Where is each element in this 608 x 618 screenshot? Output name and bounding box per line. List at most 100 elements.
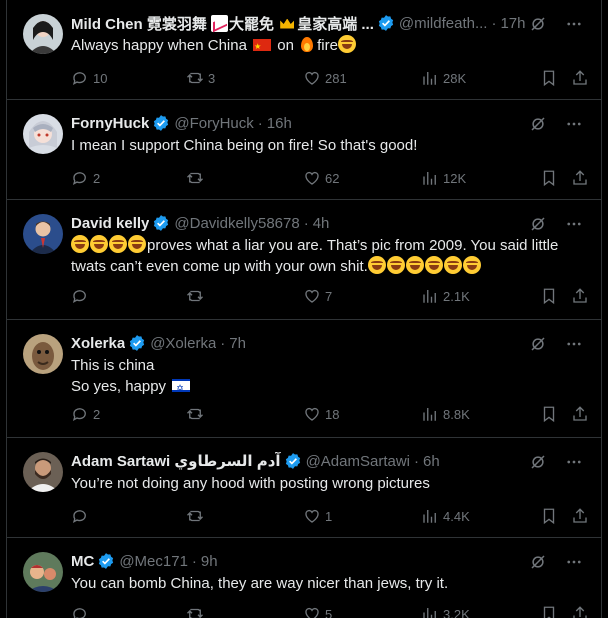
display-name[interactable]: Xolerka <box>71 335 125 352</box>
laughing-emoji-icon <box>386 256 405 274</box>
timestamp[interactable]: 17h <box>500 15 525 32</box>
separator-dot: · <box>303 214 309 232</box>
reply-icon <box>73 608 86 618</box>
like-button[interactable]: 62 <box>303 169 339 187</box>
tweet-xolerka[interactable]: Xolerka @Xolerka · 7h This is china So y… <box>7 320 601 438</box>
bookmark-button[interactable] <box>540 405 562 423</box>
retweet-icon <box>187 172 203 184</box>
retweet-button[interactable] <box>186 605 208 618</box>
timestamp[interactable]: 4h <box>313 215 330 232</box>
views-button[interactable]: 12K <box>421 169 466 187</box>
tweet-mc[interactable]: MC @Mec171 · 9h You can bomb China, they… <box>7 538 601 618</box>
bookmark-button[interactable] <box>540 605 562 618</box>
like-button[interactable]: 18 <box>303 405 339 423</box>
more-options-icon[interactable] <box>565 553 583 571</box>
laughing-emoji-icon <box>367 256 386 274</box>
share-button[interactable] <box>571 69 593 87</box>
more-options-icon[interactable] <box>565 115 583 133</box>
separator-dot: · <box>220 334 226 352</box>
tweet-text: You’re not doing any hood with posting w… <box>71 475 430 492</box>
reply-button[interactable]: 2 <box>71 169 100 187</box>
grok-icon[interactable] <box>529 335 547 353</box>
like-button[interactable]: 281 <box>303 69 347 87</box>
retweet-button[interactable] <box>186 287 208 305</box>
reply-button[interactable] <box>71 287 93 305</box>
share-button[interactable] <box>571 507 593 525</box>
grok-icon[interactable] <box>529 453 547 471</box>
retweet-button[interactable]: 3 <box>186 69 215 87</box>
retweet-button[interactable] <box>186 405 208 423</box>
like-button[interactable]: 7 <box>303 287 332 305</box>
display-name[interactable]: MC <box>71 553 94 570</box>
reply-button[interactable] <box>71 507 93 525</box>
grok-icon[interactable] <box>529 215 547 233</box>
retweet-button[interactable] <box>186 507 208 525</box>
views-button[interactable]: 8.8K <box>421 405 470 423</box>
bookmark-button[interactable] <box>540 169 562 187</box>
handle[interactable]: @Xolerka <box>150 335 216 352</box>
grok-icon[interactable] <box>529 15 547 33</box>
avatar[interactable] <box>23 114 63 154</box>
views-button[interactable]: 4.4K <box>421 507 470 525</box>
avatar[interactable] <box>23 334 63 374</box>
reply-icon <box>72 510 86 523</box>
avatar[interactable] <box>23 552 63 592</box>
laughing-emoji-icon <box>462 256 481 274</box>
share-button[interactable] <box>571 287 593 305</box>
views-button[interactable]: 28K <box>421 69 466 87</box>
tweet-mild-chen[interactable]: Mild Chen 霓裳羽舞 大罷免 皇家高端 ... @mildfeath..… <box>7 0 601 100</box>
bookmark-icon <box>543 170 555 187</box>
display-name[interactable]: David kelly <box>71 215 149 232</box>
heart-icon <box>305 607 319 618</box>
grok-icon[interactable] <box>529 553 547 571</box>
tweet-text: This is china So yes, happy <box>71 355 591 399</box>
handle[interactable]: @ForyHuck <box>174 115 253 132</box>
display-name[interactable]: Adam Sartawi آدم السرطاوي <box>71 452 281 470</box>
avatar[interactable] <box>23 452 63 492</box>
reply-button[interactable]: 2 <box>71 405 100 423</box>
bookmark-button[interactable] <box>540 287 562 305</box>
heart-icon <box>305 171 319 185</box>
display-name[interactable]: FornyHuck <box>71 115 149 132</box>
like-button[interactable]: 1 <box>303 507 332 525</box>
separator-dot: · <box>491 14 497 32</box>
more-options-icon[interactable] <box>565 15 583 33</box>
more-options-icon[interactable] <box>565 453 583 471</box>
bookmark-button[interactable] <box>540 507 562 525</box>
retweet-icon <box>187 608 203 618</box>
laughing-emoji-icon <box>128 235 146 253</box>
share-button[interactable] <box>571 169 593 187</box>
display-name[interactable]: Mild Chen 霓裳羽舞 大罷免 皇家高端 ... <box>71 13 374 34</box>
views-button[interactable]: 3.2K <box>421 605 470 618</box>
more-options-icon[interactable] <box>565 215 583 233</box>
timestamp[interactable]: 7h <box>229 335 246 352</box>
tweet-text: You can bomb China, they are way nicer t… <box>71 575 449 592</box>
like-button[interactable]: 5 <box>303 605 332 618</box>
timestamp[interactable]: 16h <box>267 115 292 132</box>
reply-button[interactable] <box>71 605 93 618</box>
retweet-button[interactable] <box>186 169 208 187</box>
timestamp[interactable]: 6h <box>423 453 440 470</box>
handle[interactable]: @Davidkelly58678 <box>174 215 299 232</box>
reply-button[interactable]: 10 <box>71 69 107 87</box>
handle[interactable]: @AdamSartawi <box>306 453 410 470</box>
avatar[interactable] <box>23 214 63 254</box>
tweet-text: proves what a liar you are. That’s pic f… <box>71 235 559 275</box>
tweet-fornyhuck[interactable]: FornyHuck @ForyHuck · 16h I mean I suppo… <box>7 100 601 200</box>
more-options-icon[interactable] <box>565 335 583 353</box>
crown-emoji-icon <box>278 14 296 32</box>
share-button[interactable] <box>571 405 593 423</box>
handle[interactable]: @mildfeath... <box>399 15 488 32</box>
separator-dot: · <box>414 452 420 470</box>
timestamp[interactable]: 9h <box>201 553 218 570</box>
avatar[interactable] <box>23 14 63 54</box>
tweet-david-kelly[interactable]: David kelly @Davidkelly58678 · 4h proves… <box>7 200 601 320</box>
views-button[interactable]: 2.1K <box>421 287 470 305</box>
verified-badge-icon <box>130 335 145 351</box>
grok-icon[interactable] <box>529 115 547 133</box>
bookmark-button[interactable] <box>540 69 562 87</box>
share-icon <box>573 406 587 421</box>
share-button[interactable] <box>571 605 593 618</box>
handle[interactable]: @Mec171 <box>119 553 188 570</box>
tweet-adam-sartawi[interactable]: Adam Sartawi آدم السرطاوي @AdamSartawi ·… <box>7 438 601 538</box>
